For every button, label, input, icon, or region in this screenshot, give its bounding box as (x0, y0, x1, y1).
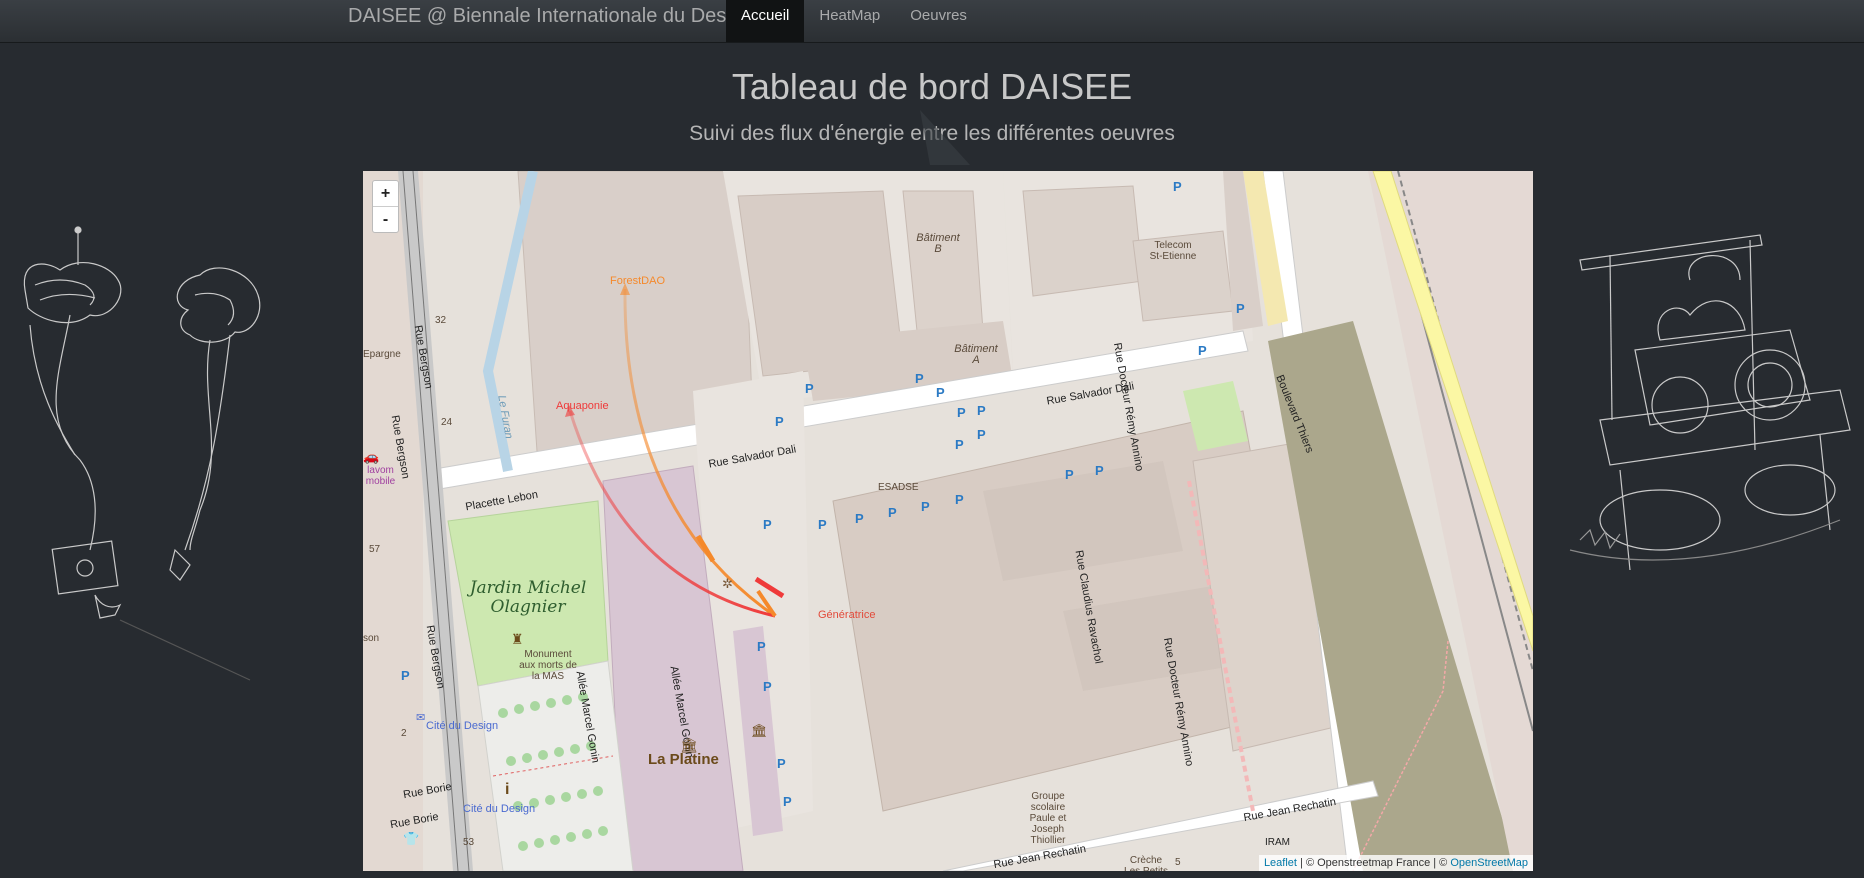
parking-icon: P (1065, 467, 1074, 482)
parking-icon: P (777, 756, 786, 771)
watermark-shape (920, 110, 970, 165)
parking-icon: P (805, 381, 814, 396)
parking-icon: P (783, 794, 792, 809)
parking-icon: P (763, 517, 772, 532)
navbar: DAISEE @ Biennale Internationale du Desi… (0, 0, 1864, 43)
brand[interactable]: DAISEE @ Biennale Internationale du Desi… (348, 6, 753, 26)
laundry-icon: 🚗 (363, 449, 380, 464)
zoom-in-button[interactable]: + (373, 181, 398, 206)
parking-icon: P (1198, 343, 1207, 358)
place-label: Bâtiment B (916, 232, 960, 255)
place-label: IRAM (1265, 837, 1290, 848)
osm-link[interactable]: OpenStreetMap (1450, 857, 1528, 869)
parking-icon: P (921, 499, 930, 514)
house-number: 5 (1175, 857, 1181, 868)
nav-item-heatmap[interactable]: HeatMap (804, 0, 895, 42)
leaflet-link[interactable]: Leaflet (1264, 857, 1297, 869)
museum-icon: 🏛 (751, 723, 768, 738)
parking-icon: P (915, 371, 924, 386)
zoom-control: + - (372, 180, 399, 233)
place-label: son (363, 633, 380, 644)
artwork-sketch-left (23, 226, 261, 681)
place-label: lavom mobile (365, 465, 396, 487)
parking-icon: P (977, 427, 986, 442)
museum-icon: 🏛 (680, 737, 698, 753)
house-number: 2 (401, 728, 407, 739)
house-number: 57 (369, 544, 381, 555)
parking-icon: P (955, 437, 964, 452)
parking-icon: P (955, 492, 964, 507)
attribution-text: | © Openstreetmap France | © (1296, 857, 1451, 869)
parking-icon: P (818, 517, 827, 532)
parking-icon: P (757, 639, 766, 654)
park-label: Jardin Michel Olagnier (469, 578, 587, 617)
place-label: Telecom St-Etienne (1149, 240, 1197, 262)
page-title: Tableau de bord DAISEE (731, 66, 1133, 107)
parking-icon: P (763, 679, 772, 694)
parking-icon: P (936, 385, 945, 400)
nav-item-accueil[interactable]: Accueil (726, 0, 805, 42)
node-generatrice[interactable]: Génératrice (818, 609, 875, 621)
parking-icon: P (855, 511, 864, 526)
house-number: 53 (463, 837, 475, 848)
flow-arrow-aquaponie (568, 410, 776, 618)
info-icon: i (505, 781, 510, 798)
artwork-sketch-right (1569, 234, 1851, 571)
sculpture-icon: ✲ (722, 576, 733, 591)
house-number: 32 (435, 315, 447, 326)
monument-label: Monument aux morts de la MAS (519, 649, 577, 682)
map-attribution: Leaflet | © Openstreetmap France | © Ope… (1258, 855, 1533, 871)
node-aquaponie[interactable]: Aquaponie (556, 400, 609, 412)
parking-icon: P (775, 414, 784, 429)
nav-item-oeuvres[interactable]: Oeuvres (895, 0, 982, 42)
place-label: Cité du Design (463, 803, 536, 815)
house-number: 24 (441, 417, 453, 428)
place-label: Crèche Les Petits (1124, 855, 1168, 871)
place-label: Groupe scolaire Paule et Joseph Thiollie… (1029, 791, 1067, 846)
parking-icon: P (1095, 463, 1104, 478)
place-label: Epargne (363, 349, 401, 360)
place-label: Bâtiment A (954, 343, 998, 366)
shop-icon: 👕 (403, 831, 420, 846)
parking-icon: P (1236, 301, 1245, 316)
place-label: ESADSE (878, 482, 919, 493)
monument-icon: ♜ (511, 631, 524, 647)
parking-icon: P (888, 505, 897, 520)
node-forestdao[interactable]: ForestDAO (610, 275, 665, 287)
flow-arrows (565, 283, 785, 618)
parking-icon: P (1173, 179, 1182, 194)
nav-menu: Accueil HeatMap Oeuvres (726, 0, 982, 42)
zoom-out-button[interactable]: - (373, 206, 398, 232)
map-container[interactable]: ForestDAO Aquaponie Génératrice Rue Salv… (363, 171, 1533, 871)
place-label: Cité du Design (426, 720, 499, 732)
parking-icon: P (957, 405, 966, 420)
mail-icon: ✉ (416, 712, 426, 724)
parking-icon: P (977, 403, 986, 418)
parking-icon: P (401, 668, 410, 683)
